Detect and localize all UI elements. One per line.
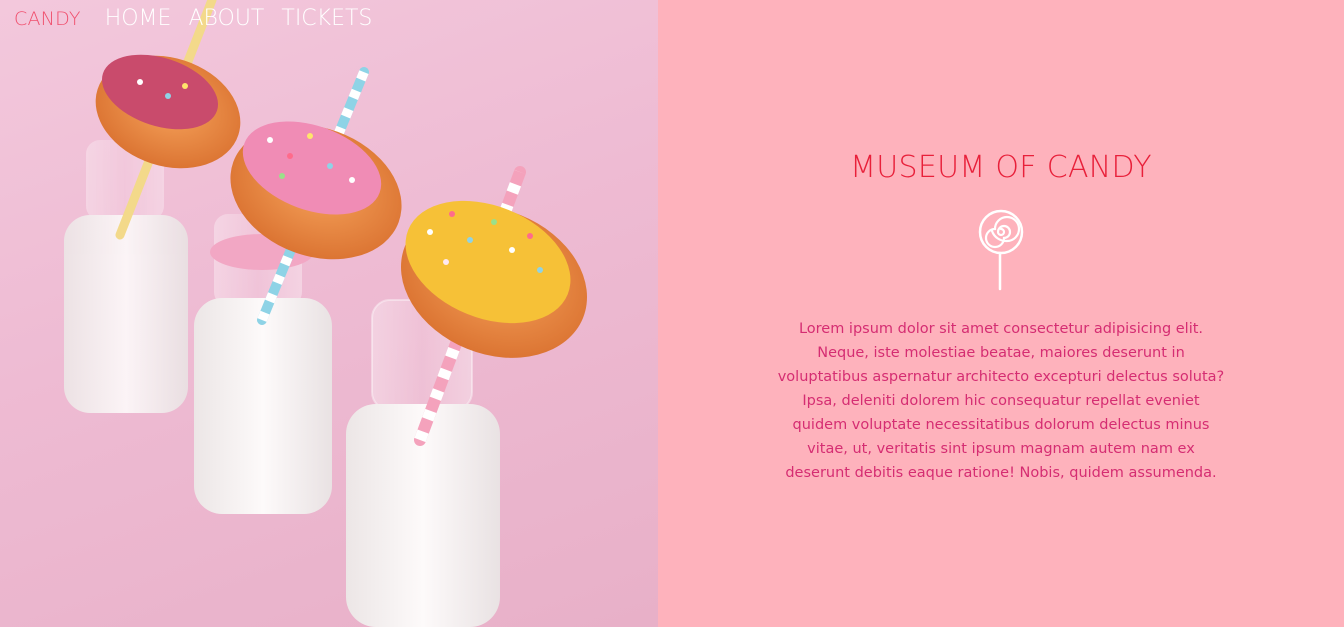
info-panel: MUSEUM OF CANDY Lorem ipsum dolor sit am… bbox=[658, 0, 1344, 627]
hero-image: CANDY HOME ABOUT TICKETS bbox=[0, 0, 658, 627]
top-nav: CANDY HOME ABOUT TICKETS bbox=[14, 6, 389, 31]
nav-link-home[interactable]: HOME bbox=[105, 6, 172, 31]
page-title: MUSEUM OF CANDY bbox=[850, 150, 1152, 185]
description-text: Lorem ipsum dolor sit amet consectetur a… bbox=[777, 321, 1225, 481]
milk-bottle bbox=[194, 214, 332, 514]
milk-bottle bbox=[64, 140, 188, 413]
nav-link-tickets[interactable]: TICKETS bbox=[281, 6, 372, 31]
lollipop-icon bbox=[976, 207, 1026, 295]
page: CANDY HOME ABOUT TICKETS MUSEUM OF CANDY… bbox=[0, 0, 1344, 627]
brand-logo-link[interactable]: CANDY bbox=[14, 8, 81, 30]
milk-donut-photo bbox=[64, 0, 588, 627]
nav-link-about[interactable]: ABOUT bbox=[188, 6, 264, 31]
